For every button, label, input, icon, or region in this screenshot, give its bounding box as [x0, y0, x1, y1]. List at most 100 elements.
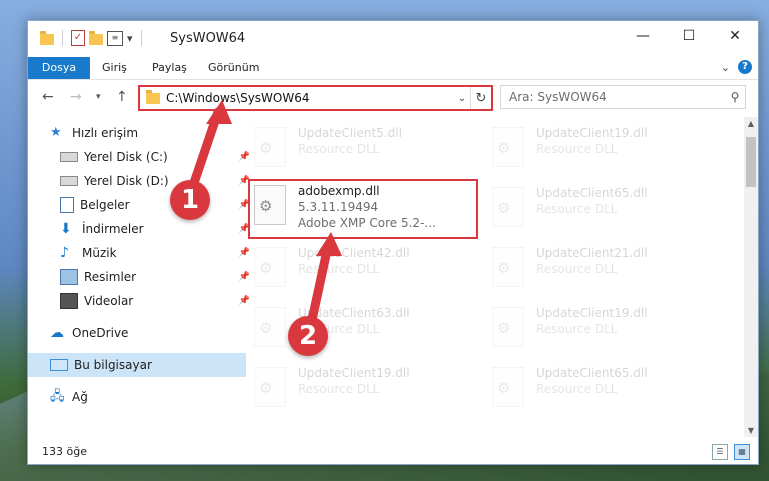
sidebar-item-label: İndirmeler: [82, 222, 144, 236]
sidebar-item-quick-access[interactable]: ★ Hızlı erişim: [28, 121, 246, 145]
file-highlight-box: [248, 179, 478, 239]
maximize-button[interactable]: ☐: [666, 21, 712, 51]
file-tile[interactable]: UpdateClient19.dll Resource DLL: [480, 303, 704, 357]
file-type: Resource DLL: [298, 382, 380, 396]
item-count: 133 öğe: [42, 445, 87, 458]
step-callout-1: 1: [170, 180, 210, 220]
file-tile[interactable]: UpdateClient63.dll Resource DLL: [242, 303, 466, 357]
file-name: UpdateClient65.dll: [536, 366, 648, 380]
sidebar-item-label: Belgeler: [80, 198, 130, 212]
properties-check-icon[interactable]: ✓: [71, 30, 85, 46]
status-bar: 133 öğe ☰ ▦: [28, 440, 758, 464]
drive-icon: [60, 152, 78, 162]
dll-file-icon: [492, 187, 524, 227]
documents-icon: [60, 197, 74, 213]
chevron-down-icon[interactable]: ▾: [127, 32, 133, 45]
view-toggle: ☰ ▦: [712, 444, 750, 460]
file-name: UpdateClient65.dll: [536, 186, 648, 200]
customize-icon[interactable]: ≡: [107, 30, 123, 46]
tab-home[interactable]: Giriş: [102, 57, 127, 79]
quick-access-toolbar: ✓ ≡ ▾: [40, 30, 146, 46]
sidebar-item-network[interactable]: 🖧 Ağ: [28, 385, 246, 409]
file-name: UpdateClient19.dll: [298, 366, 410, 380]
search-icon[interactable]: ⚲: [725, 90, 745, 104]
file-type: Resource DLL: [298, 262, 380, 276]
dll-file-icon: [492, 367, 524, 407]
file-tile[interactable]: UpdateClient5.dll Resource DLL: [242, 123, 466, 177]
drive-icon: [60, 176, 78, 186]
details-view-icon[interactable]: ☰: [712, 444, 728, 460]
file-tile[interactable]: UpdateClient65.dll Resource DLL: [480, 363, 704, 417]
new-folder-icon[interactable]: [89, 31, 103, 45]
search-box[interactable]: Ara: SysWOW64 ⚲: [500, 85, 746, 109]
forward-arrow-icon[interactable]: →: [70, 89, 82, 105]
sidebar-item-downloads[interactable]: ⬇ İndirmeler 📌: [28, 217, 256, 241]
minimize-button[interactable]: —: [620, 21, 666, 51]
help-icon[interactable]: ?: [738, 60, 752, 74]
chevron-down-icon[interactable]: ⌄: [454, 93, 470, 104]
navigation-bar: ← → ▾ ↑ C:\Windows\SysWOW64 ⌄ ↻ Ara: Sys…: [28, 80, 758, 114]
explorer-window: ✓ ≡ ▾ SysWOW64 — ☐ ✕ Dosya Giriş Paylaş …: [27, 20, 759, 465]
title-bar: ✓ ≡ ▾ SysWOW64 — ☐ ✕: [28, 21, 758, 57]
refresh-icon[interactable]: ↻: [470, 87, 491, 109]
sidebar-item-label: Müzik: [82, 246, 117, 260]
file-tile[interactable]: UpdateClient21.dll Resource DLL: [480, 243, 704, 297]
scroll-up-icon[interactable]: ▲: [744, 119, 758, 128]
window-controls: — ☐ ✕: [620, 21, 758, 51]
folder-icon: [146, 89, 160, 104]
sidebar-item-onedrive[interactable]: ☁ OneDrive: [28, 321, 246, 345]
file-name: UpdateClient19.dll: [536, 306, 648, 320]
sidebar-item-music[interactable]: ♪ Müzik 📌: [28, 241, 256, 265]
tab-file[interactable]: Dosya: [28, 57, 90, 79]
dll-file-icon: [492, 127, 524, 167]
computer-icon: [50, 359, 68, 371]
separator: [62, 30, 63, 46]
expand-ribbon-icon[interactable]: ⌄: [721, 61, 730, 74]
star-icon: ★: [50, 125, 62, 140]
address-bar[interactable]: C:\Windows\SysWOW64 ⌄ ↻: [138, 85, 493, 111]
tab-view[interactable]: Görünüm: [208, 57, 259, 79]
cloud-icon: ☁: [50, 325, 64, 341]
file-type: Resource DLL: [536, 262, 618, 276]
folder-icon[interactable]: [40, 31, 54, 45]
sidebar-item-label: Bu bilgisayar: [74, 358, 152, 372]
sidebar-item-label: Hızlı erişim: [72, 126, 139, 140]
sidebar-item-label: Yerel Disk (D:): [84, 174, 169, 188]
recent-locations-icon[interactable]: ▾: [96, 92, 101, 102]
dll-file-icon: [492, 247, 524, 287]
close-button[interactable]: ✕: [712, 21, 758, 51]
tab-share[interactable]: Paylaş: [152, 57, 187, 79]
file-type: Resource DLL: [536, 202, 618, 216]
sidebar-item-label: OneDrive: [72, 326, 129, 340]
vertical-scrollbar[interactable]: ▲ ▼: [744, 117, 758, 437]
search-input[interactable]: Ara: SysWOW64: [501, 90, 725, 104]
dll-file-icon: [254, 127, 286, 167]
up-arrow-icon[interactable]: ↑: [116, 89, 128, 105]
sidebar-item-label: Videolar: [84, 294, 134, 308]
sidebar-item-disk-d[interactable]: Yerel Disk (D:) 📌: [28, 169, 256, 193]
dll-file-icon: [254, 307, 286, 347]
file-list: UpdateClient5.dll Resource DLL adobexmp.…: [232, 117, 738, 437]
file-tile[interactable]: UpdateClient19.dll Resource DLL: [242, 363, 466, 417]
back-arrow-icon[interactable]: ←: [42, 89, 54, 105]
file-tile[interactable]: UpdateClient19.dll Resource DLL: [480, 123, 704, 177]
file-type: Resource DLL: [536, 142, 618, 156]
sidebar-item-videos[interactable]: Videolar 📌: [28, 289, 256, 313]
scroll-thumb[interactable]: [746, 137, 756, 187]
address-path[interactable]: C:\Windows\SysWOW64: [166, 91, 454, 105]
sidebar-item-documents[interactable]: Belgeler 📌: [28, 193, 256, 217]
network-icon: 🖧: [50, 389, 65, 404]
window-title: SysWOW64: [170, 31, 246, 46]
tiles-view-icon[interactable]: ▦: [734, 444, 750, 460]
file-tile[interactable]: UpdateClient42.dll Resource DLL: [242, 243, 466, 297]
file-tile[interactable]: UpdateClient65.dll Resource DLL: [480, 183, 704, 237]
file-name: UpdateClient5.dll: [298, 126, 402, 140]
sidebar-item-pictures[interactable]: Resimler 📌: [28, 265, 256, 289]
pictures-icon: [60, 269, 78, 285]
file-type: Resource DLL: [536, 322, 618, 336]
file-name: UpdateClient21.dll: [536, 246, 648, 260]
sidebar-item-label: Ağ: [72, 390, 88, 404]
sidebar-item-disk-c[interactable]: Yerel Disk (C:) 📌: [28, 145, 256, 169]
sidebar-item-this-pc[interactable]: Bu bilgisayar: [28, 353, 246, 377]
scroll-down-icon[interactable]: ▼: [744, 426, 758, 435]
